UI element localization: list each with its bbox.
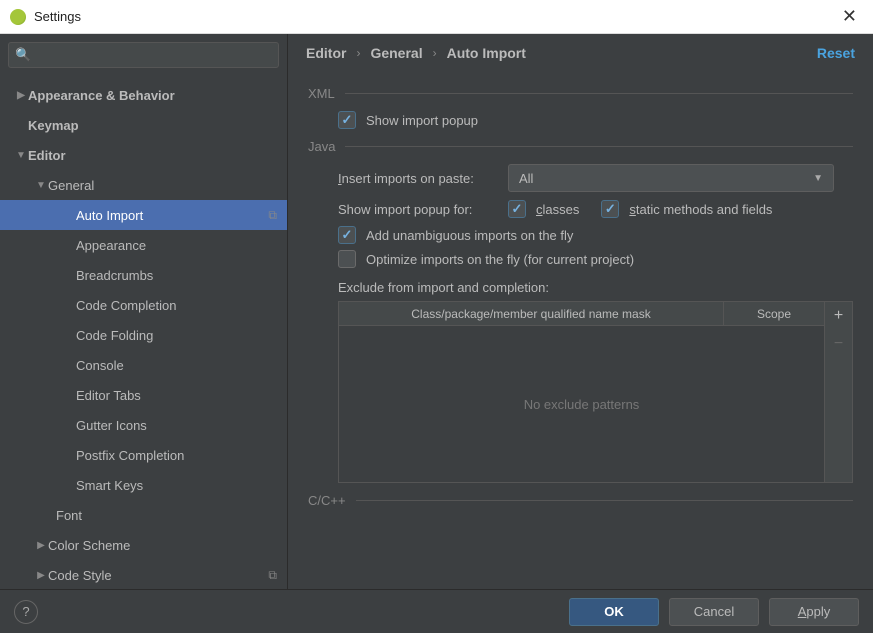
label-static: static methods and fields	[629, 202, 772, 217]
tree-label: Keymap	[28, 118, 287, 133]
ok-button[interactable]: OK	[569, 598, 659, 626]
chevron-right-icon: ›	[356, 46, 360, 60]
reset-link[interactable]: Reset	[817, 45, 855, 61]
tree-label: Editor Tabs	[76, 388, 287, 403]
breadcrumb: Editor › General › Auto Import Reset	[288, 34, 873, 72]
content: XML Show import popup Java Insert import…	[288, 72, 873, 589]
tree-code-style[interactable]: ▶Code Style⧉	[0, 560, 287, 589]
tree-smart-keys[interactable]: Smart Keys	[0, 470, 287, 500]
tree-appearance[interactable]: Appearance	[0, 230, 287, 260]
tree-editor[interactable]: ▼Editor	[0, 140, 287, 170]
tree-keymap[interactable]: Keymap	[0, 110, 287, 140]
col-scope[interactable]: Scope	[724, 302, 824, 325]
tree-label: Appearance & Behavior	[28, 88, 287, 103]
section-xml: XML	[308, 86, 853, 101]
tree-label: Smart Keys	[76, 478, 287, 493]
label-exclude: Exclude from import and completion:	[338, 280, 853, 295]
tree-label: Console	[76, 358, 287, 373]
section-cpp: C/C++	[308, 493, 853, 508]
section-title: XML	[308, 86, 335, 101]
tree-label: Code Folding	[76, 328, 287, 343]
help-button[interactable]: ?	[14, 600, 38, 624]
checkbox-optimize[interactable]	[338, 250, 356, 268]
select-insert-imports[interactable]: All ▼	[508, 164, 834, 192]
add-button[interactable]: +	[825, 302, 852, 330]
tree-label: Code Style	[48, 568, 268, 583]
tree-label: Breadcrumbs	[76, 268, 287, 283]
search-input[interactable]: 🔍	[8, 42, 279, 68]
tree-auto-import[interactable]: Auto Import⧉	[0, 200, 287, 230]
copy-icon: ⧉	[268, 208, 277, 223]
tree-font[interactable]: Font	[0, 500, 287, 530]
tree-general[interactable]: ▼General	[0, 170, 287, 200]
label-classes: classes	[536, 202, 579, 217]
tree-postfix-completion[interactable]: Postfix Completion	[0, 440, 287, 470]
crumb-editor[interactable]: Editor	[306, 45, 346, 61]
label-xml-show-popup: Show import popup	[366, 113, 478, 128]
section-title: Java	[308, 139, 335, 154]
tree-gutter-icons[interactable]: Gutter Icons	[0, 410, 287, 440]
tree-console[interactable]: Console	[0, 350, 287, 380]
select-value: All	[519, 171, 533, 186]
tree-appearance-behavior[interactable]: ▶Appearance & Behavior	[0, 80, 287, 110]
copy-icon: ⧉	[268, 568, 277, 583]
tree-label: Appearance	[76, 238, 287, 253]
checkbox-add-unambiguous[interactable]	[338, 226, 356, 244]
section-java: Java	[308, 139, 853, 154]
section-title: C/C++	[308, 493, 346, 508]
tree-label: Code Completion	[76, 298, 287, 313]
tree-code-folding[interactable]: Code Folding	[0, 320, 287, 350]
chevron-right-icon: ›	[433, 46, 437, 60]
tree-label: Font	[56, 508, 287, 523]
checkbox-static[interactable]	[601, 200, 619, 218]
search-icon: 🔍	[15, 47, 31, 63]
checkbox-classes[interactable]	[508, 200, 526, 218]
label-show-popup-for: Show import popup for:	[338, 202, 508, 217]
col-mask[interactable]: Class/package/member qualified name mask	[339, 302, 724, 325]
remove-button[interactable]: −	[825, 330, 852, 358]
tree-label: Gutter Icons	[76, 418, 287, 433]
label-insert-imports: Insert imports on paste:	[338, 171, 508, 186]
tree-label: Auto Import	[76, 208, 268, 223]
titlebar: Settings ✕	[0, 0, 873, 34]
settings-tree: ▶Appearance & Behavior Keymap ▼Editor ▼G…	[0, 74, 287, 589]
apply-button[interactable]: Apply	[769, 598, 859, 626]
cancel-button[interactable]: Cancel	[669, 598, 759, 626]
main-panel: Editor › General › Auto Import Reset XML…	[288, 34, 873, 589]
tree-label: Color Scheme	[48, 538, 287, 553]
sidebar: 🔍 ▶Appearance & Behavior Keymap ▼Editor …	[0, 34, 288, 589]
label-optimize: Optimize imports on the fly (for current…	[366, 252, 634, 267]
tree-code-completion[interactable]: Code Completion	[0, 290, 287, 320]
label-add-unambiguous: Add unambiguous imports on the fly	[366, 228, 573, 243]
button-label: OK	[604, 604, 624, 619]
tree-label: General	[48, 178, 287, 193]
tree-color-scheme[interactable]: ▶Color Scheme	[0, 530, 287, 560]
button-label: Cancel	[694, 604, 734, 619]
crumb-general[interactable]: General	[370, 45, 422, 61]
button-label: Apply	[798, 604, 831, 619]
close-button[interactable]: ✕	[836, 6, 863, 27]
footer: ? OK Cancel Apply	[0, 589, 873, 633]
tree-editor-tabs[interactable]: Editor Tabs	[0, 380, 287, 410]
app-logo-icon	[10, 9, 26, 25]
tree-breadcrumbs[interactable]: Breadcrumbs	[0, 260, 287, 290]
crumb-auto-import: Auto Import	[447, 45, 526, 61]
tree-label: Editor	[28, 148, 287, 163]
exclude-table: Class/package/member qualified name mask…	[338, 301, 825, 483]
checkbox-xml-show-popup[interactable]	[338, 111, 356, 129]
exclude-buttons: + −	[825, 301, 853, 483]
window-title: Settings	[34, 9, 836, 24]
tree-label: Postfix Completion	[76, 448, 287, 463]
chevron-down-icon: ▼	[813, 173, 823, 184]
exclude-empty: No exclude patterns	[339, 326, 824, 482]
